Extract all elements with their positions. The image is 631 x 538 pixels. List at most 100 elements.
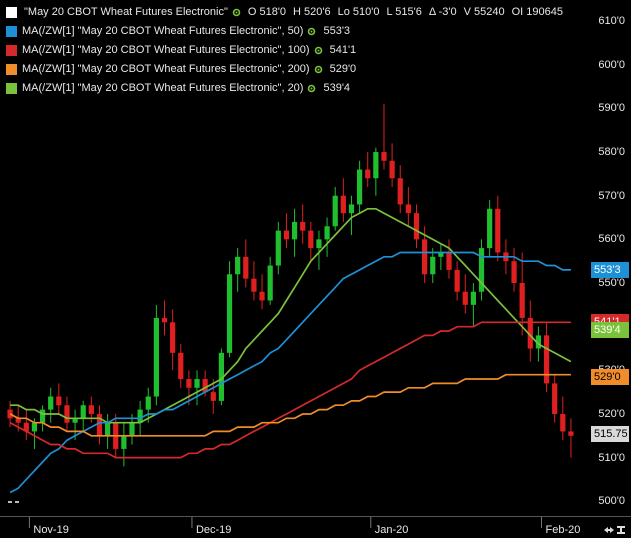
zoom-arrows-icon[interactable] (603, 524, 627, 536)
x-tick-label: Nov-19 (33, 524, 69, 536)
candle-body (413, 213, 420, 240)
y-tick-label: 590'0 (598, 102, 625, 115)
candle-body (422, 239, 428, 275)
candle-body (267, 265, 273, 301)
ma200-price-badge: 529'0 (591, 369, 629, 385)
candle-body (88, 405, 94, 414)
y-tick-label: 610'0 (598, 15, 625, 28)
candle-body (145, 396, 151, 410)
candle-body (153, 317, 159, 397)
candle-body (340, 195, 346, 214)
open-interest-value: OI 190645 (511, 6, 563, 18)
legend-ma200-row: MA(/ZW[1] "May 20 CBOT Wheat Futures Ele… (6, 60, 570, 79)
x-tick-label: Feb-20 (545, 524, 581, 536)
candle-body (56, 396, 62, 406)
candle-body (381, 152, 387, 161)
candle-body (300, 221, 306, 231)
candle-body (397, 178, 403, 205)
candle-body (511, 261, 517, 284)
gear-icon[interactable] (313, 45, 324, 56)
candle-body (568, 431, 574, 436)
low-value: Lo 510'0 (337, 6, 380, 18)
candle-body (291, 221, 298, 240)
ma200-label: MA(/ZW[1] "May 20 CBOT Wheat Futures Ele… (22, 63, 310, 75)
ma20-value: 539'4 (323, 82, 351, 94)
symbol-label: "May 20 CBOT Wheat Futures Electronic" (24, 6, 228, 18)
candle-body (446, 252, 452, 270)
candle-body (405, 204, 411, 214)
candle-body (194, 379, 200, 388)
ma100-swatch (6, 45, 17, 56)
change-value: Δ -3'0 (428, 6, 457, 18)
candle-body (430, 256, 436, 275)
ma20-label: MA(/ZW[1] "May 20 CBOT Wheat Futures Ele… (22, 82, 304, 94)
ma-line-0 (10, 207, 572, 424)
candle-body (161, 317, 168, 323)
candle-body (170, 322, 176, 353)
candle-body (7, 409, 13, 419)
y-tick-label: 550'0 (598, 277, 625, 289)
candle-body (96, 413, 103, 436)
candle-body (543, 335, 550, 384)
chart-window: "May 20 CBOT Wheat Futures Electronic" O… (0, 0, 631, 538)
candle-body (48, 396, 54, 410)
candle-body (332, 195, 338, 227)
gear-icon[interactable] (313, 64, 324, 75)
candle-body (121, 435, 127, 449)
ma20-price-badge: 539'4 (591, 322, 629, 338)
candle-body (454, 269, 460, 292)
candle-body (470, 291, 476, 305)
candle-body (348, 204, 355, 214)
candle-body (462, 291, 468, 305)
y-tick-label: 580'0 (598, 146, 625, 159)
ma50-swatch (6, 26, 17, 37)
ma-line-2 (9, 321, 571, 459)
candle-body (316, 239, 322, 249)
x-tick-label: Jan-20 (374, 524, 409, 536)
candle-body (39, 409, 46, 423)
candle-body (64, 405, 70, 423)
candle-body (495, 208, 501, 253)
y-tick-label: 500'0 (598, 495, 625, 508)
main-series-swatch (6, 7, 17, 18)
ma50-label: MA(/ZW[1] "May 20 CBOT Wheat Futures Ele… (22, 25, 304, 37)
y-tick-label: 600'0 (598, 58, 625, 71)
ma200-swatch (6, 64, 17, 75)
x-tick-label: Dec-19 (195, 524, 232, 536)
last-value: L 515'6 (386, 6, 422, 18)
candle-body (129, 422, 135, 436)
y-tick-label: 510'0 (598, 451, 625, 464)
candle-body (365, 169, 371, 179)
candle-body (210, 392, 216, 401)
candle-body (251, 278, 257, 292)
candle-body (105, 422, 111, 436)
candle-body (552, 383, 558, 414)
candle-body (560, 413, 566, 432)
gear-icon[interactable] (231, 7, 242, 18)
dash-icon[interactable] (8, 500, 20, 504)
legend-ma50-row: MA(/ZW[1] "May 20 CBOT Wheat Futures Ele… (6, 22, 570, 41)
y-tick-label: 520'0 (598, 407, 625, 420)
candle-body (356, 169, 363, 205)
ma100-value: 541'1 (329, 44, 357, 56)
candle-body (324, 226, 330, 240)
gear-icon[interactable] (306, 26, 317, 37)
ma100-label: MA(/ZW[1] "May 20 CBOT Wheat Futures Ele… (22, 44, 310, 56)
ma20-swatch (6, 83, 17, 94)
candle-body (31, 422, 38, 432)
candle-body (389, 160, 395, 179)
volume-value: V 55240 (463, 6, 505, 18)
candle-body (519, 283, 525, 318)
open-value: O 518'0 (247, 6, 287, 18)
ma-line-3 (9, 373, 571, 437)
ma50-value: 553'3 (323, 25, 351, 37)
y-tick-label: 570'0 (598, 189, 625, 202)
candle-body (308, 230, 314, 249)
candle-body (178, 352, 184, 380)
gear-icon[interactable] (306, 83, 317, 94)
candle-body (243, 256, 249, 279)
candle-body (235, 256, 241, 275)
candle-body (283, 230, 290, 240)
last-price-badge: 515.75 (591, 426, 629, 442)
candle-body (80, 405, 86, 419)
